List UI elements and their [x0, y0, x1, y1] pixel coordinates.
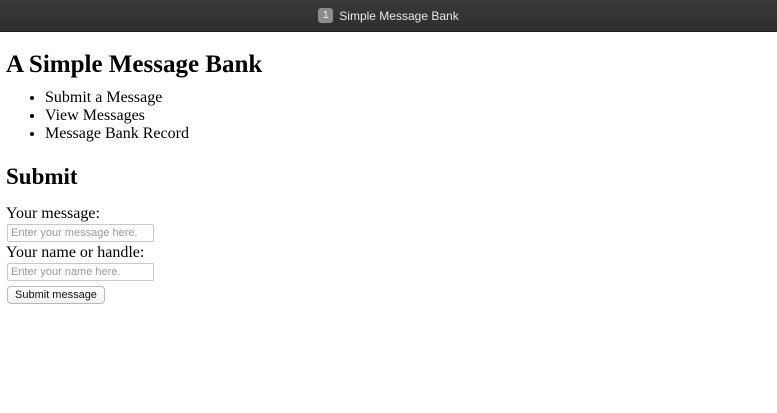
page-title: A Simple Message Bank	[6, 51, 263, 78]
nav-item-submit[interactable]: Submit a Message	[45, 89, 771, 107]
window-titlebar: 1 Simple Message Bank	[0, 0, 777, 32]
message-label: Your message:	[6, 205, 100, 222]
name-input[interactable]	[7, 263, 154, 281]
section-heading: Submit	[6, 164, 78, 189]
nav-item-record[interactable]: Message Bank Record	[45, 125, 771, 143]
submit-message-button[interactable]: Submit message	[7, 286, 105, 304]
submit-form: Your message: Your name or handle: Submi…	[6, 205, 771, 304]
nav-list: Submit a Message View Messages Message B…	[6, 89, 771, 143]
name-label: Your name or handle:	[6, 244, 145, 261]
window-title: Simple Message Bank	[339, 8, 459, 23]
message-input[interactable]	[7, 224, 154, 242]
page-content: A Simple Message Bank Submit a Message V…	[0, 33, 777, 304]
tab-index-badge: 1	[318, 8, 334, 23]
nav-item-view[interactable]: View Messages	[45, 107, 771, 125]
